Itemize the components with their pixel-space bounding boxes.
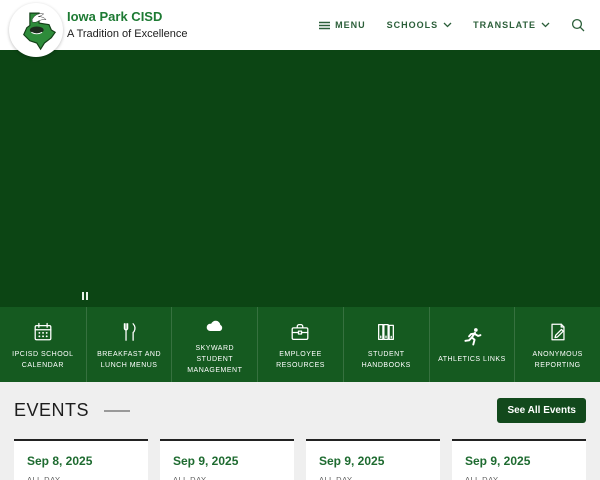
runner-icon bbox=[460, 325, 484, 349]
event-date: Sep 9, 2025 bbox=[319, 454, 427, 468]
translate-dropdown[interactable]: TRANSLATE bbox=[473, 20, 550, 30]
calendar-icon bbox=[32, 320, 54, 344]
events-section: EVENTS See All Events Sep 8, 2025 ALL DAY… bbox=[0, 382, 600, 480]
translate-label: TRANSLATE bbox=[473, 20, 536, 30]
schools-dropdown[interactable]: SCHOOLS bbox=[387, 20, 453, 30]
hero-banner bbox=[0, 50, 600, 307]
pause-icon bbox=[82, 292, 84, 300]
schools-label: SCHOOLS bbox=[387, 20, 439, 30]
search-button[interactable] bbox=[571, 18, 585, 32]
header-nav: MENU SCHOOLS TRANSLATE bbox=[319, 18, 600, 32]
events-title-dash bbox=[104, 410, 130, 412]
quick-link-athletics-links[interactable]: ATHLETICS LINKS bbox=[429, 307, 515, 382]
event-time: ALL DAY bbox=[173, 475, 281, 480]
quick-link-label: IPCISD SCHOOL CALENDAR bbox=[6, 350, 80, 372]
event-card[interactable]: Sep 9, 2025 ALL DAY bbox=[160, 439, 294, 480]
menu-label: MENU bbox=[335, 20, 366, 30]
events-header: EVENTS See All Events bbox=[14, 398, 586, 423]
event-time: ALL DAY bbox=[27, 475, 135, 480]
briefcase-icon bbox=[289, 320, 311, 344]
quick-link-label: SKYWARD STUDENT MANAGEMENT bbox=[178, 344, 251, 377]
chevron-down-icon bbox=[541, 22, 550, 28]
event-date: Sep 8, 2025 bbox=[27, 454, 135, 468]
event-time: ALL DAY bbox=[319, 475, 427, 480]
quick-link-breakfast-and-lunch-menus[interactable]: BREAKFAST AND LUNCH MENUS bbox=[86, 307, 172, 382]
quick-link-label: ANONYMOUS REPORTING bbox=[521, 350, 594, 372]
report-icon bbox=[547, 320, 569, 344]
events-title: EVENTS bbox=[14, 400, 89, 421]
quick-link-employee-resources[interactable]: EMPLOYEE RESOURCES bbox=[257, 307, 343, 382]
quick-link-label: EMPLOYEE RESOURCES bbox=[264, 350, 337, 372]
texas-hawk-logo-icon bbox=[13, 7, 59, 53]
district-name[interactable]: Iowa Park CISD bbox=[67, 10, 187, 24]
site-header: Iowa Park CISD A Tradition of Excellence… bbox=[0, 0, 600, 50]
event-card[interactable]: Sep 9, 2025 ALL DAY bbox=[452, 439, 586, 480]
search-icon bbox=[571, 18, 585, 32]
quick-link-ipcisd-school-calendar[interactable]: IPCISD SCHOOL CALENDAR bbox=[0, 307, 86, 382]
chevron-down-icon bbox=[443, 22, 452, 28]
hamburger-icon bbox=[319, 21, 330, 30]
books-icon bbox=[375, 320, 397, 344]
quick-link-label: ATHLETICS LINKS bbox=[438, 355, 506, 366]
menu-button[interactable]: MENU bbox=[319, 20, 366, 30]
quick-link-label: STUDENT HANDBOOKS bbox=[350, 350, 423, 372]
quick-links: IPCISD SCHOOL CALENDAR BREAKFAST AND LUNC… bbox=[0, 307, 600, 382]
event-time: ALL DAY bbox=[465, 475, 573, 480]
video-pause-button[interactable] bbox=[80, 290, 90, 301]
quick-link-label: BREAKFAST AND LUNCH MENUS bbox=[93, 350, 166, 372]
event-date: Sep 9, 2025 bbox=[465, 454, 573, 468]
event-date: Sep 9, 2025 bbox=[173, 454, 281, 468]
district-tagline: A Tradition of Excellence bbox=[67, 28, 187, 40]
quick-link-skyward-student-management[interactable]: SKYWARD STUDENT MANAGEMENT bbox=[171, 307, 257, 382]
event-card[interactable]: Sep 8, 2025 ALL DAY bbox=[14, 439, 148, 480]
brand-block: Iowa Park CISD A Tradition of Excellence bbox=[67, 10, 187, 40]
event-card[interactable]: Sep 9, 2025 ALL DAY bbox=[306, 439, 440, 480]
cloud-icon bbox=[203, 314, 227, 338]
utensils-icon bbox=[118, 320, 140, 344]
see-all-events-button[interactable]: See All Events bbox=[497, 398, 586, 423]
district-logo[interactable] bbox=[9, 3, 63, 57]
event-cards: Sep 8, 2025ALL DAYSep 9, 2025ALL DAYSep … bbox=[14, 439, 586, 480]
quick-link-anonymous-reporting[interactable]: ANONYMOUS REPORTING bbox=[514, 307, 600, 382]
quick-link-student-handbooks[interactable]: STUDENT HANDBOOKS bbox=[343, 307, 429, 382]
